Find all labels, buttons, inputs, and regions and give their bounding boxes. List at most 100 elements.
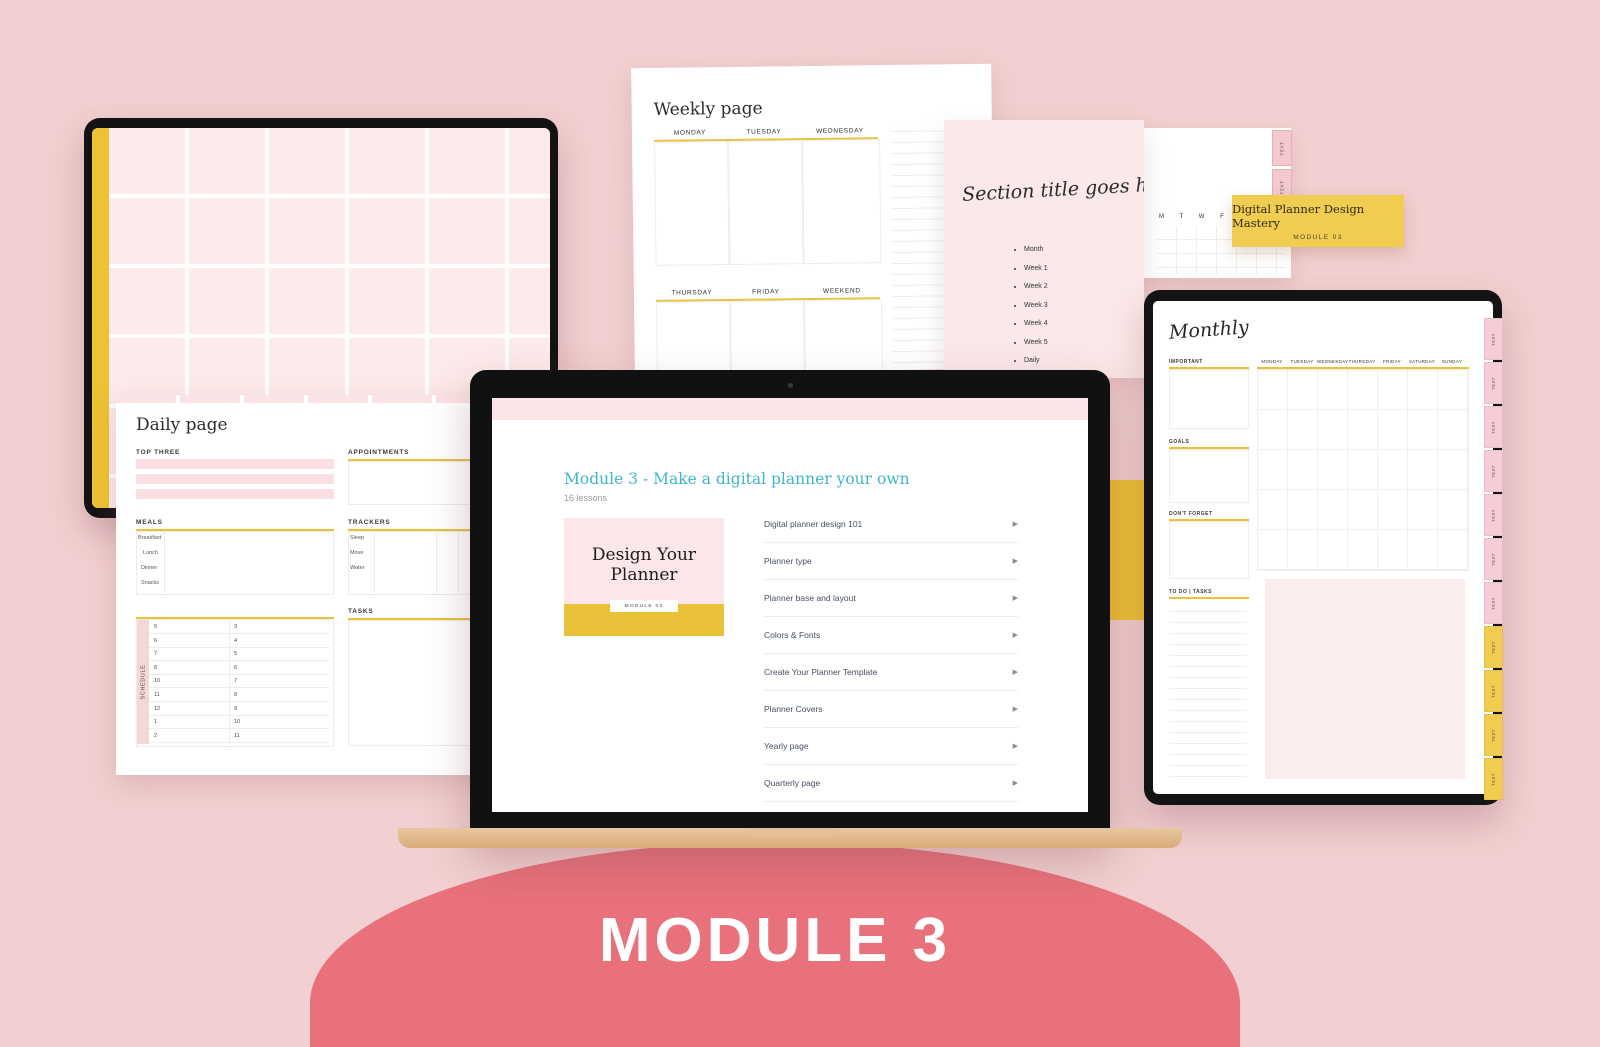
meals-box[interactable] [136, 531, 334, 595]
lesson-play-icon[interactable]: ▶ [1013, 520, 1018, 528]
lesson-play-icon[interactable]: ▶ [1013, 779, 1018, 787]
tablet-edge-tab-label: TEXT [1490, 596, 1496, 610]
lesson-row[interactable]: Quarterly page ▶ [764, 765, 1018, 802]
tablet-edge-tab[interactable]: TEXT [1484, 582, 1503, 624]
schedule-row-line [230, 714, 330, 716]
todo-underline [1169, 597, 1249, 599]
top-three-row [136, 489, 334, 499]
sticky-note-title: Digital Planner Design Mastery [1232, 201, 1365, 230]
lesson-row[interactable]: Digital planner design 101 ▶ [764, 506, 1018, 543]
schedule-row-line [149, 687, 229, 689]
lesson-play-icon[interactable]: ▶ [1013, 705, 1018, 713]
section-card-title: Section title goes here! [961, 172, 1144, 206]
lesson-play-icon[interactable]: ▶ [1013, 594, 1018, 602]
lesson-row[interactable]: Planner type ▶ [764, 543, 1018, 580]
tablet-edge-tab-label: TEXT [1490, 420, 1496, 434]
schedule-row-line [230, 633, 330, 634]
module-thumbnail[interactable]: Design Your Planner MODULE 03 [564, 518, 724, 636]
dont-forget-box[interactable] [1169, 521, 1249, 579]
daily-label-tasks: TASKS [348, 608, 374, 615]
calendar-day-header: THURSDAY [1348, 359, 1376, 364]
tablet-edge-tab[interactable]: TEXT [1484, 450, 1503, 492]
lesson-play-icon[interactable]: ▶ [1013, 742, 1018, 750]
lesson-row[interactable]: Planner Covers ▶ [764, 691, 1018, 728]
lesson-row[interactable]: Create Your Planner Template ▶ [764, 654, 1018, 691]
weekly-day-header: WEEKEND [822, 287, 861, 295]
weekly-day-cell[interactable] [730, 300, 805, 374]
todo-lines[interactable] [1169, 601, 1247, 781]
lesson-play-icon[interactable]: ▶ [1013, 557, 1018, 565]
planner-spine [92, 128, 109, 508]
lesson-row[interactable]: Yearly page ▶ [764, 728, 1018, 765]
weekly-day-cell[interactable] [654, 141, 730, 266]
mid-sheet-tab-label: TEXT [1279, 141, 1285, 155]
mid-sheet-tab-label: TEXT [1279, 180, 1285, 194]
lesson-name: Planner Covers [764, 704, 823, 714]
weekly-page-title: Weekly page [653, 98, 763, 120]
weekly-day-cell[interactable] [656, 301, 731, 374]
monthly-calendar-grid[interactable] [1257, 369, 1469, 571]
section-card-bullet: Week 4 [1024, 320, 1048, 327]
top-three-row [136, 459, 334, 469]
tablet-edge-tab-label: TEXT [1490, 728, 1496, 742]
lesson-row[interactable]: Planner base and layout ▶ [764, 580, 1018, 617]
tablet-edge-tab[interactable]: TEXT [1484, 494, 1503, 536]
schedule-row-line [149, 646, 229, 648]
tablet-edge-tab-label: TEXT [1490, 332, 1496, 346]
calendar-day-header: MONDAY [1261, 359, 1283, 364]
calendar-day-header: SATURDAY [1408, 359, 1436, 364]
trackers-divider [374, 531, 375, 593]
lesson-row[interactable]: Planner Sections▶ [764, 802, 1018, 812]
section-card-bullet: Daily [1024, 357, 1048, 364]
schedule-row-line [149, 701, 229, 702]
schedule-hour: 7 [234, 678, 238, 685]
lesson-play-icon[interactable]: ▶ [1013, 668, 1018, 676]
tablet-edge-tab[interactable]: TEXT [1484, 714, 1503, 756]
meal-item: Lunch [143, 550, 158, 556]
tracker-item: Sleep [350, 535, 365, 541]
tablet-edge-tab[interactable]: TEXT [1484, 670, 1503, 712]
weekly-day-cell[interactable] [803, 299, 883, 373]
tablet-edge-tab[interactable]: TEXT [1484, 362, 1503, 404]
schedule-row-line [230, 646, 330, 648]
schedule-side-tab: SCHEDULE [137, 620, 149, 744]
laptop-base-notch [746, 828, 834, 837]
schedule-hour: 12 [154, 705, 161, 712]
schedule-row-line [230, 728, 330, 730]
tablet-edge-tab[interactable]: TEXT [1484, 626, 1503, 668]
lesson-name: Quarterly page [764, 778, 821, 788]
lesson-play-icon[interactable]: ▶ [1013, 631, 1018, 639]
schedule-row-line [230, 741, 330, 743]
tablet-edge-tab[interactable]: TEXT [1484, 538, 1503, 580]
tablet-edge-tab-label: TEXT [1490, 464, 1496, 478]
tablet-edge-tab[interactable]: TEXT [1484, 406, 1503, 448]
goals-box[interactable] [1169, 449, 1249, 503]
schedule-center-divider [229, 619, 230, 745]
tracker-item: Water [350, 565, 365, 571]
meal-item: Dinner [141, 565, 158, 571]
weekly-day-cell[interactable] [728, 140, 804, 266]
lesson-name: Create Your Planner Template [764, 667, 878, 677]
mid-sheet-tab[interactable]: TEXT [1272, 130, 1292, 166]
lesson-name: Yearly page [764, 741, 809, 751]
monthly-page-title: Monthly [1168, 316, 1250, 344]
lesson-row[interactable]: Colors & Fonts ▶ [764, 617, 1018, 654]
right-tablet-edge-tabs: TEXT TEXT TEXT TEXT TEXT TEXT TEXT TEXT TEXT TEXT… [1484, 318, 1503, 802]
monthly-notes-block[interactable] [1265, 579, 1465, 779]
calendar-day-header: FRIDAY [1383, 359, 1401, 364]
tablet-edge-tab[interactable]: TEXT [1484, 318, 1503, 360]
sticky-note-subtitle: MODULE 03 [1293, 233, 1343, 241]
tablet-edge-tab-label: TEXT [1490, 684, 1496, 698]
section-card-bullet-list: Month Week 1 Week 2 Week 3 Week 4 Week 5 Daily… [984, 246, 1048, 378]
schedule-hour: 11 [154, 692, 160, 698]
weekly-day-cell[interactable] [802, 139, 882, 265]
weekday-initials: M T W F [1159, 214, 1231, 220]
weekly-day-header: WEDNESDAY [816, 127, 864, 135]
schedule-hour: 11 [234, 732, 240, 739]
important-box[interactable] [1169, 369, 1249, 429]
tablet-edge-tab[interactable]: TEXT [1484, 758, 1503, 800]
schedule-hour: 6 [154, 637, 158, 644]
module-title: Module 3 - Make a digital planner your o… [564, 470, 910, 488]
lesson-name: Planner base and layout [764, 593, 856, 603]
thumbnail-module-badge: MODULE 03 [610, 600, 678, 612]
